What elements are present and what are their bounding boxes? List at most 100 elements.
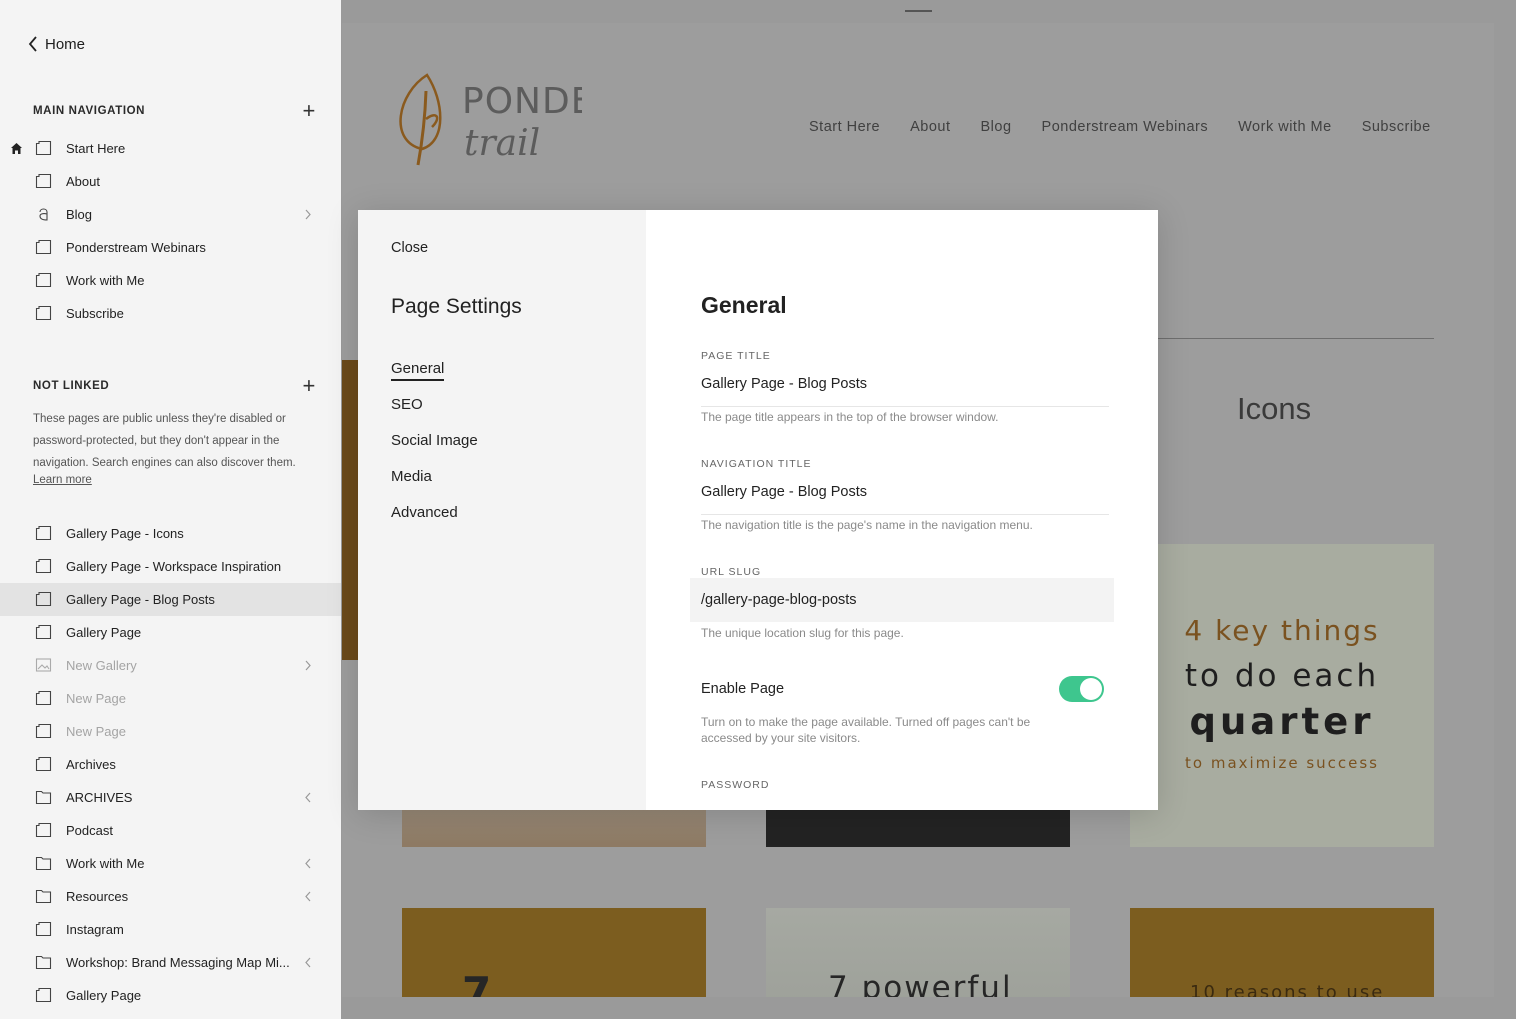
enable-page-help: Turn on to make the page available. Turn… xyxy=(701,715,1031,745)
sidebar-item-archives[interactable]: Archives xyxy=(0,748,341,781)
quarter-line2: to do each xyxy=(1184,658,1380,694)
sidebar-item-label: Gallery Page - Workspace Inspiration xyxy=(66,559,282,574)
sidebar-item-new-gallery[interactable]: New Gallery xyxy=(0,649,341,682)
main-navigation-header: MAIN NAVIGATION + xyxy=(33,100,316,122)
site-nav-work-with-me[interactable]: Work with Me xyxy=(1238,119,1332,135)
sidebar-item-resources[interactable]: Resources xyxy=(0,880,341,913)
sidebar-item-work-with-me[interactable]: Work with Me xyxy=(0,264,341,297)
sidebar-item-label: Resources xyxy=(66,889,129,904)
site-nav-blog[interactable]: Blog xyxy=(981,119,1012,135)
blog-icon xyxy=(35,206,52,222)
chevron-left-icon[interactable] xyxy=(303,857,313,870)
sidebar-item-label: Subscribe xyxy=(66,306,124,321)
chevron-left-icon[interactable] xyxy=(303,956,313,969)
gallery-tile-bottom-right[interactable]: 10 reasons to use xyxy=(1130,908,1434,997)
section-divider xyxy=(1158,338,1434,339)
sidebar-item-label: About xyxy=(66,174,100,189)
url-slug-input[interactable]: /gallery-page-blog-posts xyxy=(690,578,1114,622)
sidebar-item-gallery-page[interactable]: Gallery Page xyxy=(0,616,341,649)
page-icon xyxy=(35,987,52,1003)
navigation-title-underline xyxy=(701,514,1109,515)
preview-drag-handle[interactable] xyxy=(905,10,932,12)
not-linked-description: These pages are public unless they're di… xyxy=(33,413,296,469)
chevron-left-icon[interactable] xyxy=(303,791,313,804)
home-icon xyxy=(10,142,23,155)
navigation-title-help: The navigation title is the page's name … xyxy=(701,518,1033,532)
page-title-underline xyxy=(701,406,1109,407)
tab-seo[interactable]: SEO xyxy=(391,396,423,413)
sidebar-item-podcast[interactable]: Podcast xyxy=(0,814,341,847)
page-icon xyxy=(35,239,52,255)
sidebar-item-label: Instagram xyxy=(66,922,124,937)
sidebar-item-gallery-page-blog-posts[interactable]: Gallery Page - Blog Posts xyxy=(0,583,341,616)
site-nav-ponderstream-webinars[interactable]: Ponderstream Webinars xyxy=(1042,119,1209,135)
page-icon xyxy=(35,558,52,574)
sidebar-item-label: New Gallery xyxy=(66,658,137,673)
gallery-tile-bottom-left[interactable]: 7 xyxy=(402,908,706,997)
gallery-tile-quarter[interactable]: 4 key things to do each quarter to maxim… xyxy=(1130,544,1434,847)
sidebar-item-gallery-page-icons[interactable]: Gallery Page - Icons xyxy=(0,517,341,550)
tab-advanced[interactable]: Advanced xyxy=(391,504,458,521)
enable-page-label: Enable Page xyxy=(701,681,785,697)
sidebar-item-label: Work with Me xyxy=(66,856,145,871)
gallery-tile-bottom-middle[interactable]: 7 powerful xyxy=(766,908,1070,997)
sidebar-item-label: Gallery Page xyxy=(66,988,142,1003)
quarter-line4: to maximize success xyxy=(1185,754,1379,772)
learn-more-link[interactable]: Learn more xyxy=(33,474,92,486)
sidebar-item-about[interactable]: About xyxy=(0,165,341,198)
tile-bottom-right-text: 10 reasons to use xyxy=(1190,982,1385,997)
sidebar-item-new-page[interactable]: New Page xyxy=(0,715,341,748)
page-icon xyxy=(35,591,52,607)
chevron-right-icon[interactable] xyxy=(303,208,313,221)
sidebar-item-subscribe[interactable]: Subscribe xyxy=(0,297,341,330)
enable-page-toggle[interactable] xyxy=(1059,676,1104,702)
general-settings-panel: General PAGE TITLE Gallery Page - Blog P… xyxy=(646,210,1158,810)
site-nav-start-here[interactable]: Start Here xyxy=(809,119,880,135)
site-nav-about[interactable]: About xyxy=(910,119,950,135)
add-not-linked-page-icon[interactable]: + xyxy=(303,375,316,397)
tile-bottom-left-text: 7 xyxy=(462,968,492,997)
folder-icon xyxy=(35,789,52,805)
sidebar-item-label: Start Here xyxy=(66,141,126,156)
gallery-icon xyxy=(35,657,52,673)
page-icon xyxy=(35,921,52,937)
sidebar-item-gallery-page-workspace-inspiration[interactable]: Gallery Page - Workspace Inspiration xyxy=(0,550,341,583)
home-label: Home xyxy=(45,35,86,53)
tab-general[interactable]: General xyxy=(391,360,445,381)
tab-media[interactable]: Media xyxy=(391,468,432,485)
sidebar-item-label: Archives xyxy=(66,757,116,772)
tab-social-image[interactable]: Social Image xyxy=(391,432,478,449)
page-icon xyxy=(35,525,52,541)
logo-word-trail: trail xyxy=(464,123,540,164)
sidebar-item-label: ARCHIVES xyxy=(66,790,133,805)
sidebar-item-instagram[interactable]: Instagram xyxy=(0,913,341,946)
sidebar-item-blog[interactable]: Blog xyxy=(0,198,341,231)
logo-word-ponder: PONDER xyxy=(462,81,582,122)
close-button[interactable]: Close xyxy=(391,240,428,256)
sidebar-item-new-page[interactable]: New Page xyxy=(0,682,341,715)
chevron-left-icon[interactable] xyxy=(303,890,313,903)
sidebar-item-ponderstream-webinars[interactable]: Ponderstream Webinars xyxy=(0,231,341,264)
page-icon xyxy=(35,305,52,321)
navigation-title-input[interactable]: Gallery Page - Blog Posts xyxy=(701,484,1113,500)
sidebar-item-gallery-page[interactable]: Gallery Page xyxy=(0,979,341,1012)
sidebar-item-archives[interactable]: ARCHIVES xyxy=(0,781,341,814)
sidebar-item-workshop-brand-messaging-map-mi[interactable]: Workshop: Brand Messaging Map Mi... xyxy=(0,946,341,979)
sidebar-item-label: New Page xyxy=(66,724,126,739)
sidebar-item-start-here[interactable]: Start Here xyxy=(0,132,341,165)
page-settings-modal: Close Page Settings General SEO Social I… xyxy=(358,210,1158,810)
sidebar-item-label: Gallery Page - Blog Posts xyxy=(66,592,215,607)
sidebar-item-label: Workshop: Brand Messaging Map Mi... xyxy=(66,955,290,970)
page-icon xyxy=(35,756,52,772)
sidebar-item-work-with-me[interactable]: Work with Me xyxy=(0,847,341,880)
site-nav-subscribe[interactable]: Subscribe xyxy=(1362,119,1431,135)
add-main-nav-page-icon[interactable]: + xyxy=(303,100,316,122)
page-title-label: PAGE TITLE xyxy=(701,350,771,362)
chevron-right-icon[interactable] xyxy=(303,659,313,672)
home-back-link[interactable]: Home xyxy=(27,35,85,53)
sidebar-item-label: Gallery Page - Icons xyxy=(66,526,184,541)
sidebar-item-label: Podcast xyxy=(66,823,113,838)
ponder-trail-logo: PONDER trail xyxy=(399,73,582,166)
tile-bottom-middle-text: 7 powerful xyxy=(828,970,1013,997)
page-title-input[interactable]: Gallery Page - Blog Posts xyxy=(701,376,1113,392)
